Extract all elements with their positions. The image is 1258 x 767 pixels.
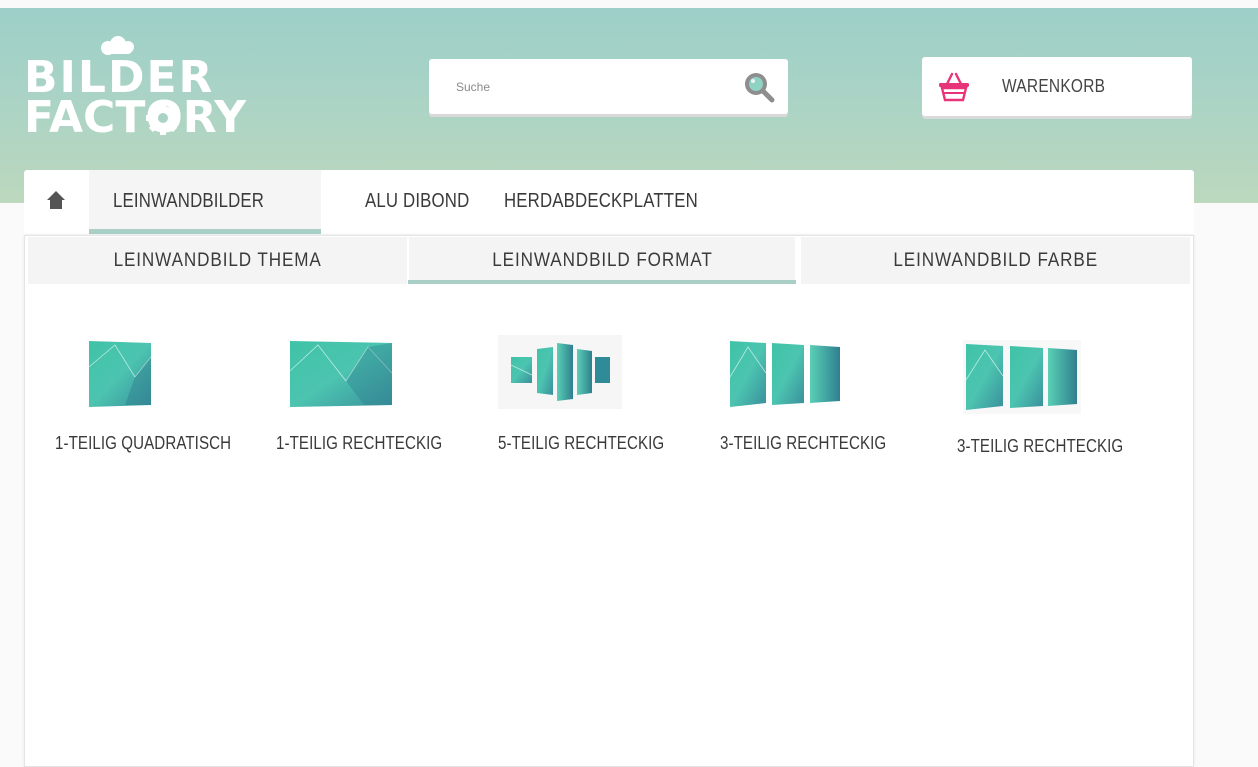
product-image xyxy=(729,341,840,407)
product-image xyxy=(498,335,622,409)
nav-item-alu-dibond[interactable]: ALU DIBOND xyxy=(365,170,469,234)
subtab-thema-label: LEINWANDBILD THEMA xyxy=(113,250,322,271)
subtab-format-label: LEINWANDBILD FORMAT xyxy=(491,250,713,271)
product-image xyxy=(289,341,393,407)
search-box xyxy=(429,59,788,114)
search-input[interactable] xyxy=(429,59,746,114)
product-image xyxy=(88,341,152,407)
product-3-teilig-rechteckig-b[interactable]: 3-TEILIG RECHTECKIG xyxy=(957,338,1127,468)
product-label: 3-TEILIG RECHTECKIG xyxy=(720,433,887,453)
product-1-teilig-quadratisch[interactable]: 1-TEILIG QUADRATISCH xyxy=(55,335,231,465)
basket-icon xyxy=(938,72,970,107)
subtab-farbe[interactable]: LEINWANDBILD FARBE xyxy=(801,237,1190,284)
product-label: 3-TEILIG RECHTECKIG xyxy=(957,436,1124,456)
subtab-active-indicator xyxy=(408,280,796,284)
subtab-thema[interactable]: LEINWANDBILD THEMA xyxy=(28,237,407,284)
product-3-teilig-rechteckig-a[interactable]: 3-TEILIG RECHTECKIG xyxy=(720,335,890,465)
logo-graphic: BILDER FACTORY xyxy=(24,36,247,143)
home-icon xyxy=(47,191,65,209)
logo-line-2: FACTORY xyxy=(24,92,247,140)
nav-item-herdabdeckplatten[interactable]: HERDABDECKPLATTEN xyxy=(504,170,698,234)
nav-item-leinwandbilder[interactable]: LEINWANDBILDER xyxy=(113,170,264,234)
nav-active-indicator xyxy=(89,229,321,234)
product-label: 5-TEILIG RECHTECKIG xyxy=(498,433,665,453)
site-logo[interactable]: BILDER FACTORY xyxy=(24,36,264,143)
search-icon xyxy=(745,73,775,103)
subtab-farbe-label: LEINWANDBILD FARBE xyxy=(893,250,1098,271)
header-top-strip xyxy=(0,0,1258,8)
main-navigation: LEINWANDBILDER ALU DIBOND HERDABDECKPLAT… xyxy=(24,170,1194,234)
category-panel: LEINWANDBILD THEMA LEINWANDBILD FORMAT L… xyxy=(24,235,1194,767)
cart-button[interactable]: WARENKORB xyxy=(922,57,1192,116)
product-5-teilig-rechteckig[interactable]: 5-TEILIG RECHTECKIG xyxy=(498,335,668,465)
subtab-format[interactable]: LEINWANDBILD FORMAT xyxy=(409,237,795,284)
product-label: 1-TEILIG QUADRATISCH xyxy=(55,433,232,453)
nav-home[interactable] xyxy=(24,170,88,234)
product-label: 1-TEILIG RECHTECKIG xyxy=(276,433,443,453)
cart-label: WARENKORB xyxy=(1002,76,1106,96)
search-button[interactable] xyxy=(742,70,776,109)
product-image xyxy=(963,340,1081,414)
product-1-teilig-rechteckig[interactable]: 1-TEILIG RECHTECKIG xyxy=(276,335,446,465)
